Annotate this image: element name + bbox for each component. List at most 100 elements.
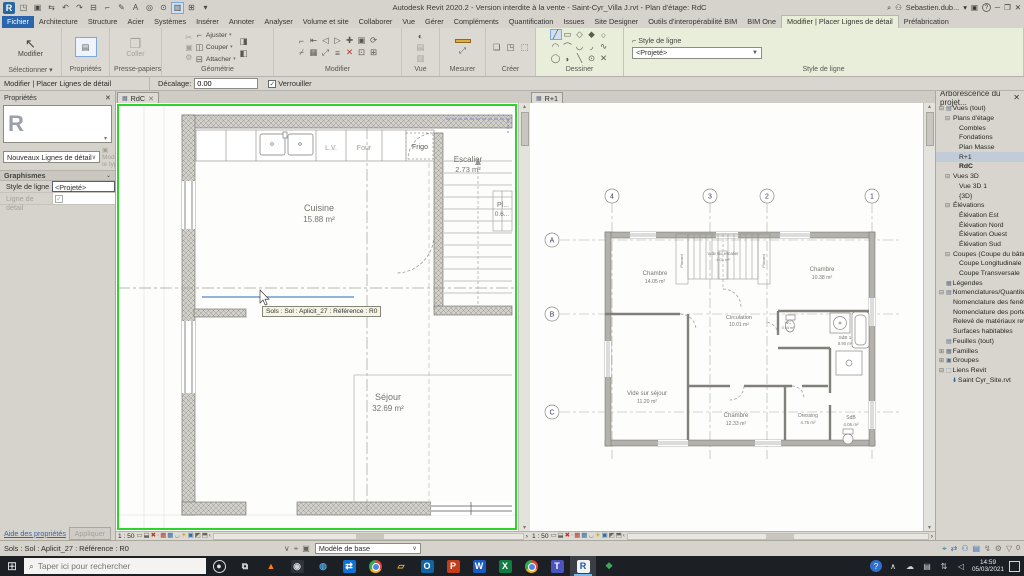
close-tool-icon[interactable]: ✕ [598,53,610,64]
pick-lines-icon[interactable]: ╲ [574,53,586,64]
linework-icon[interactable]: ▥ [415,53,427,64]
spline-tool-icon[interactable]: ∿ [598,41,610,52]
room-area[interactable]: 12.33 m² [726,421,747,427]
undo-icon[interactable]: ↶ [59,2,72,14]
create-group-icon[interactable]: ❏ [491,42,503,53]
arc-tangent-icon[interactable]: ◡ [574,41,586,52]
browser-tree-item[interactable]: Fondations [936,133,1024,143]
room-label[interactable]: Vide sur séjour [627,391,667,397]
copy-icon[interactable]: ▣ [356,35,368,46]
browser-tree-item[interactable]: RdC [936,162,1024,172]
browser-tree-item[interactable]: ⊞ ▣ Groupes [936,356,1024,366]
collaborate-icon[interactable]: ⌖ [942,544,947,554]
rectangle-tool-icon[interactable]: ▭ [562,29,574,40]
line-tool-icon[interactable]: ╱ [549,29,562,40]
display-icon[interactable]: ▤ [921,560,933,572]
trim-corner-icon[interactable]: ⊡ [356,47,368,58]
taskbar-icon-capture[interactable]: ❖ [596,556,622,576]
arc-center-icon[interactable]: ⌒ [562,41,574,52]
room-label[interactable]: Escalier [454,155,483,164]
extend-icon[interactable]: ⊞ [368,47,380,58]
room-label[interactable]: Vide sur escalier [708,251,739,256]
room-label[interactable]: Pl... [497,202,509,209]
browser-tree-item[interactable]: ⊟ Coupes (Coupe du bâtiment) [936,249,1024,259]
ribbon-tab[interactable]: Vue [397,16,420,28]
grid-label[interactable]: B [550,312,555,319]
ribbon-tab[interactable]: Gérer [420,16,449,28]
ribbon-tab[interactable]: Annoter [224,16,260,28]
vertical-scrollbar[interactable]: ▴ ▾ [518,103,530,531]
close-browser-icon[interactable]: ✕ [1013,93,1020,102]
vertical-scrollbar[interactable]: ▴ ▾ [923,103,935,531]
ruler-icon[interactable] [454,38,471,43]
taskbar-icon-chrome[interactable]: ● [362,556,388,576]
hide-crop-icon[interactable]: ✖ [565,532,570,540]
browser-tree-item[interactable]: Coupe Transversale [936,269,1024,279]
taskbar-icon-explorer[interactable]: ▱ [388,556,414,576]
search-input[interactable] [37,561,188,571]
taskbar-icon-teams[interactable]: T [544,556,570,576]
close-button[interactable]: ✕ [1015,3,1021,12]
grid-label[interactable]: C [549,410,554,417]
view-tab-rdc[interactable]: ▦ RdC ✕ [117,92,160,103]
shadows-icon[interactable]: ◡ [174,532,180,540]
wall-join-icon[interactable]: ◨ [238,36,250,47]
taskbar-clock[interactable]: 14:59 05/03/2021 [972,559,1004,573]
grid-label[interactable]: 2 [765,194,769,201]
room-label[interactable]: Circulation [726,315,752,321]
taskbar-icon-cortana[interactable]: ● [206,556,232,576]
help-icon[interactable]: ? [981,3,991,12]
ribbon-tab[interactable]: Quantification [504,16,559,28]
collapse-bar-icon[interactable]: ‹ [209,532,211,540]
revit-logo-icon[interactable]: R [3,1,15,14]
align-icon[interactable]: ⌐ [296,35,308,46]
view-scale[interactable]: 1 : 50 [532,533,549,540]
taskbar-icon-chrome-2[interactable]: ● [518,556,544,576]
delete-icon[interactable]: ✕ [344,47,356,58]
analytical-icon[interactable]: ▦ [167,532,173,540]
browser-tree-item[interactable]: Nomenclature des portes [936,307,1024,317]
sun-icon[interactable]: ☀ [595,532,601,540]
taskbar-icon-excel[interactable]: X [492,556,518,576]
visual-style-icon[interactable]: ◩ [609,532,615,540]
polygon-circumscribed-icon[interactable]: ◆ [586,29,598,40]
signed-in-user[interactable]: Sebastien.dub... [906,3,959,12]
user-menu-caret-icon[interactable]: ▾ [963,3,967,12]
minimize-button[interactable]: ─ [995,3,1000,12]
sync-icon[interactable]: ⇆ [45,2,58,14]
room-area[interactable]: 10.38 m² [812,275,833,281]
tag-icon[interactable]: ✎ [115,2,128,14]
scale-icon[interactable]: ▭ [551,532,557,540]
hide-elements-icon[interactable]: ◐ [415,31,427,42]
room-area[interactable]: 11.20 m² [637,399,657,405]
analytical-icon[interactable]: ▦ [581,532,587,540]
horizontal-scrollbar[interactable] [626,532,929,540]
measure-icon[interactable]: ⤢ [457,45,469,56]
room-area[interactable]: 4.75 m² [800,420,816,425]
polygon-inscribed-icon[interactable]: ◇ [574,29,586,40]
room-label[interactable]: Chambre [724,413,749,419]
sun-icon[interactable]: ☀ [181,532,187,540]
reveal-hidden-icon[interactable]: ▦ [160,532,166,540]
snap-icon[interactable]: ⚙ [995,544,1002,554]
volume-icon[interactable]: ◁ [955,560,967,572]
room-area[interactable]: 4.06 m² [843,422,859,427]
pick-point-icon[interactable]: ⊙ [586,53,598,64]
select-toggle-icon[interactable]: ↯ [984,544,991,554]
ribbon-tab[interactable]: Structure [83,16,123,28]
ribbon-tab[interactable]: Modifier | Placer Lignes de détail [781,15,899,28]
override-graphics-icon[interactable]: ▤ [415,42,427,53]
browser-tree-item[interactable]: Élévation Ouest [936,230,1024,240]
taskbar-icon-revit[interactable]: R [570,556,596,576]
browser-tree-item[interactable]: ▤ Feuilles (tout) [936,337,1024,347]
text-icon[interactable]: A [129,2,142,14]
constraints-icon[interactable]: ⬒ [616,532,622,540]
section-icon[interactable]: ⊙ [157,2,170,14]
network-icon[interactable]: ⇅ [938,560,950,572]
view-tab-r1[interactable]: ▦ R+1 [531,92,564,103]
ribbon-tab[interactable]: Compléments [449,16,504,28]
ribbon-tab[interactable]: Outils d'interopérabilité BIM [643,16,742,28]
grid-label[interactable]: 1 [870,194,874,201]
filter-icon[interactable]: ▽ [1006,544,1012,554]
open-icon[interactable]: ◳ [17,2,30,14]
